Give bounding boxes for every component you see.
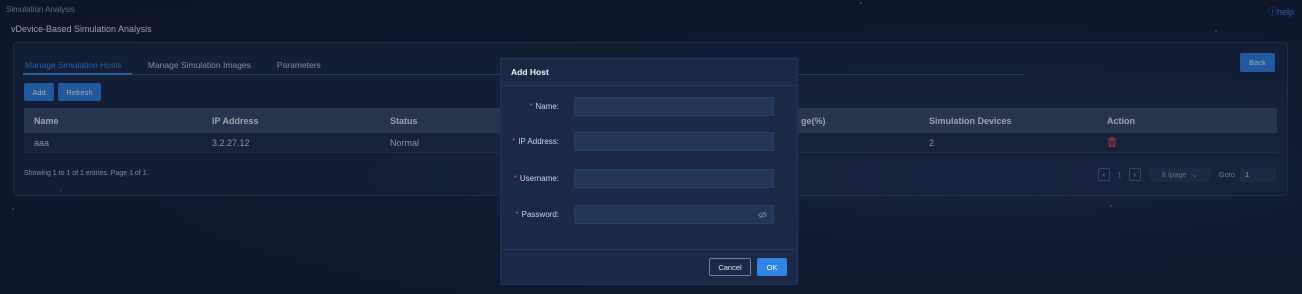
ip-address-row: * IP Address: — [501, 132, 797, 151]
password-label: * Password: — [515, 210, 559, 219]
password-input[interactable] — [574, 205, 774, 224]
password-row: * Password: — [501, 205, 797, 224]
ip-address-label: * IP Address: — [512, 137, 559, 146]
name-input[interactable] — [574, 97, 774, 116]
username-input[interactable] — [574, 169, 774, 188]
dialog-title: Add Host — [511, 67, 549, 77]
required-mark: * — [515, 210, 519, 219]
name-row: * Name: — [501, 97, 797, 116]
eye-off-icon[interactable] — [758, 211, 767, 219]
ip-address-input[interactable] — [574, 132, 774, 151]
cancel-button[interactable]: Cancel — [709, 258, 751, 276]
ok-button[interactable]: OK — [757, 258, 787, 276]
add-host-dialog: Add Host * Name: * IP Address: * Username: … — [500, 58, 798, 285]
name-label: * Name: — [529, 102, 559, 111]
required-mark: * — [529, 102, 533, 111]
required-mark: * — [512, 137, 516, 146]
username-row: * Username: — [501, 169, 797, 188]
dialog-header-divider — [501, 85, 797, 86]
dialog-footer-divider — [501, 249, 797, 250]
username-label: * Username: — [513, 174, 559, 183]
required-mark: * — [513, 174, 517, 183]
